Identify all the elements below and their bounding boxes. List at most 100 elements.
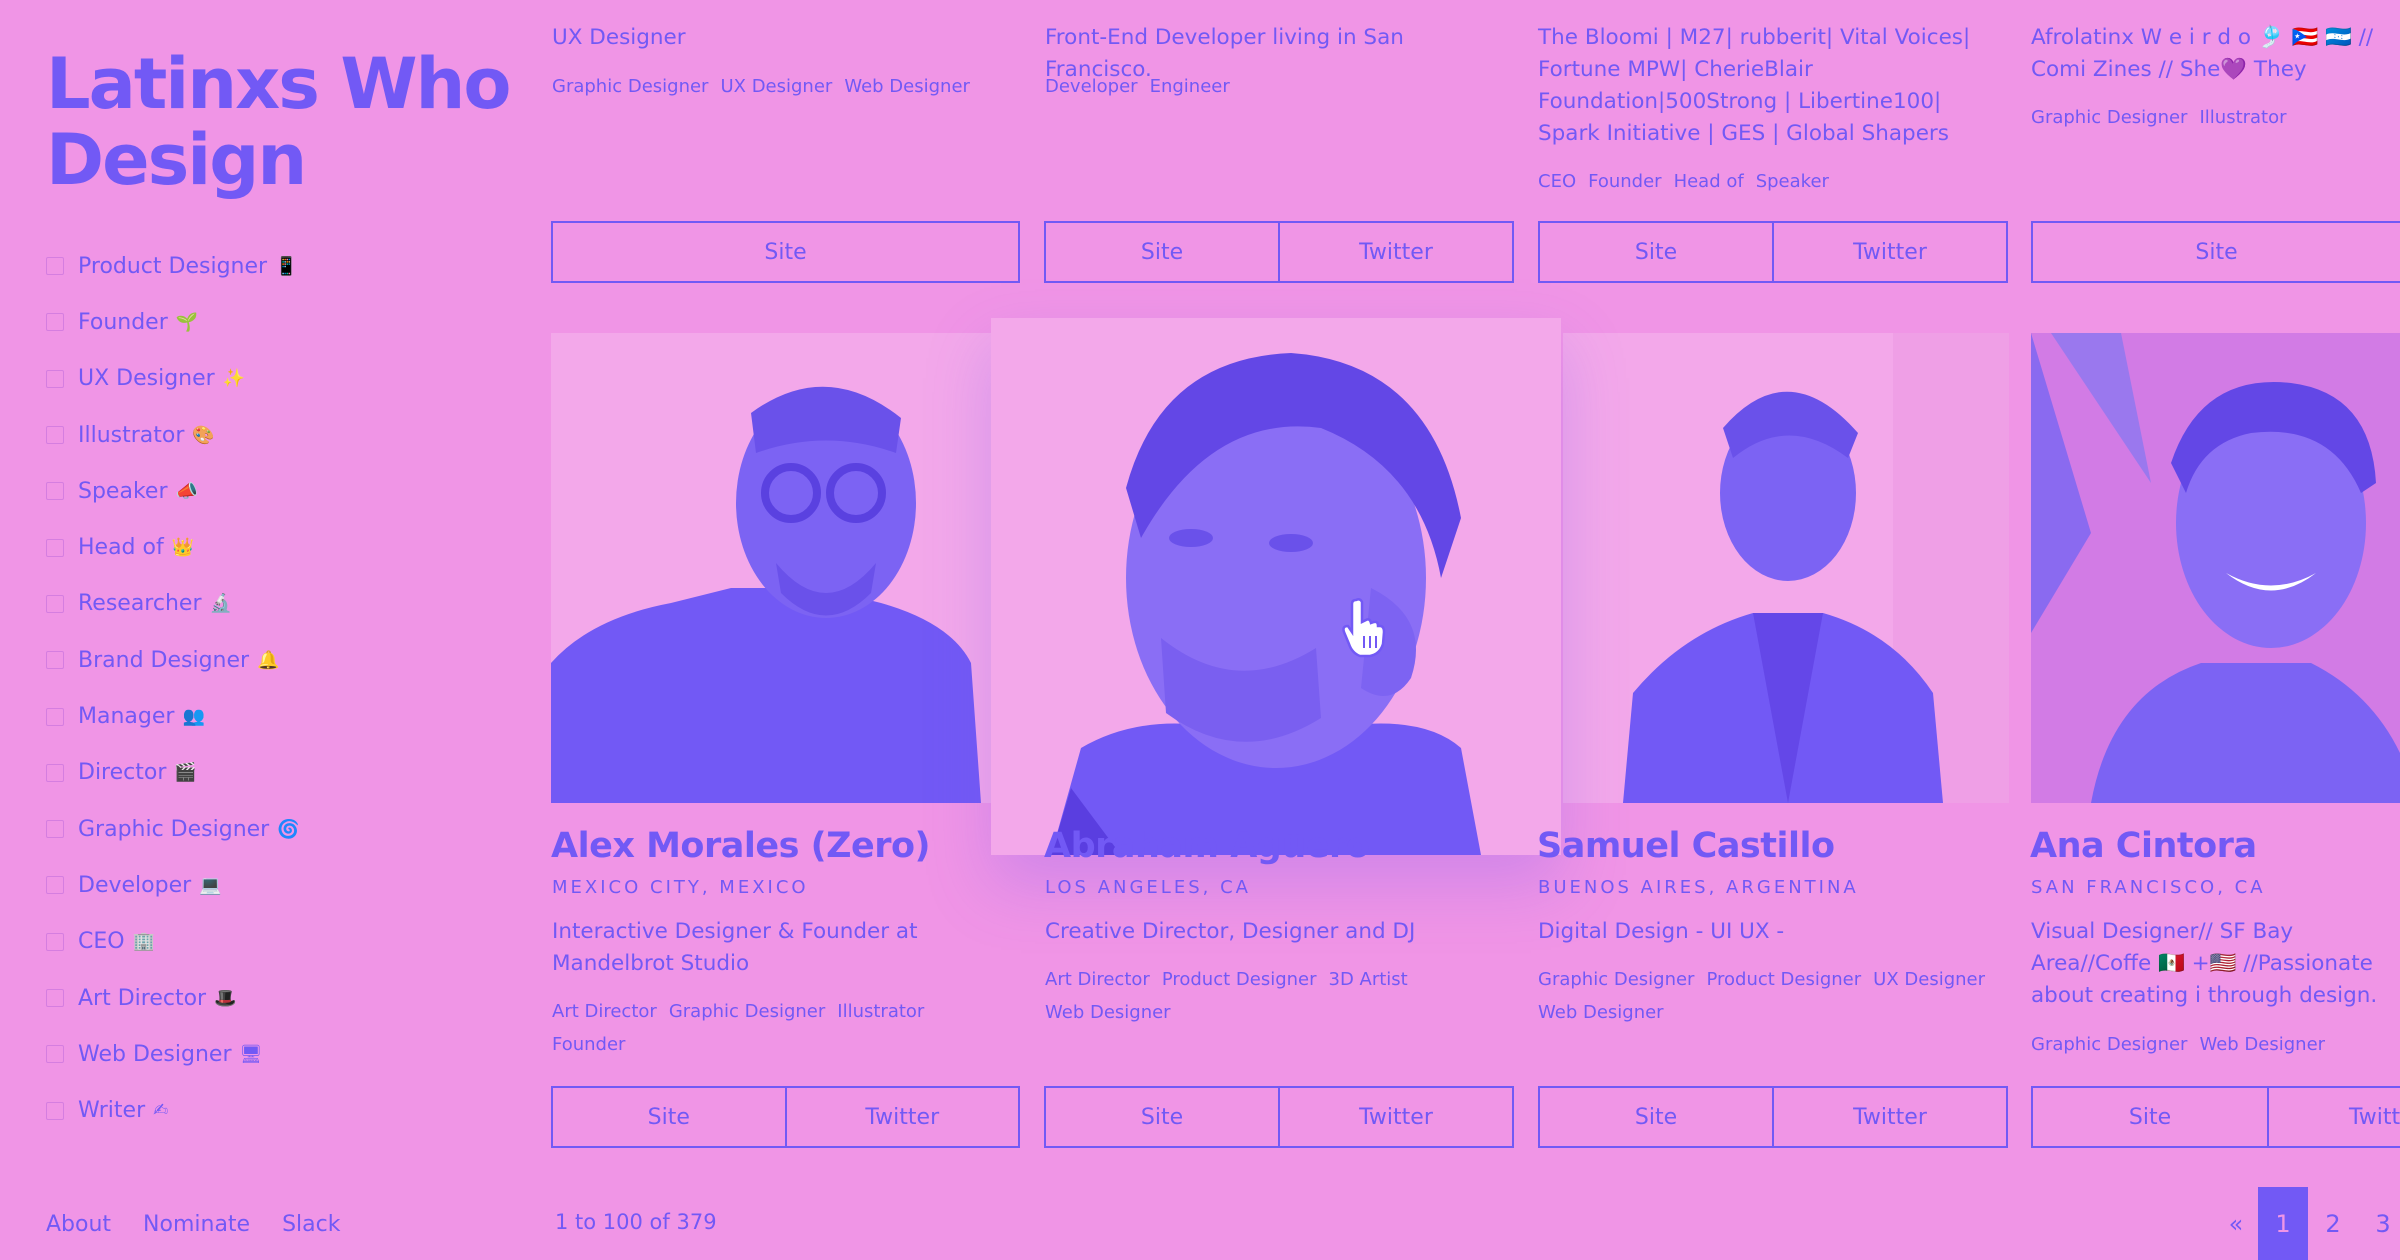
prev-page-button[interactable]: « bbox=[2218, 1210, 2254, 1238]
filter-illustrator[interactable]: Illustrator 🎨 bbox=[46, 407, 300, 463]
tag[interactable]: Graphic Designer bbox=[669, 1001, 825, 1022]
tag[interactable]: Web Designer bbox=[844, 76, 970, 97]
card-tags: CEO Founder Head of Speaker bbox=[1538, 165, 2008, 198]
card-tags: Developer Engineer bbox=[1045, 70, 1515, 103]
tag[interactable]: Web Designer bbox=[1045, 1002, 1171, 1023]
filter-ux-designer[interactable]: UX Designer ✨ bbox=[46, 351, 300, 407]
filter-developer[interactable]: Developer 💻 bbox=[46, 857, 300, 913]
site-button[interactable]: Site bbox=[1046, 223, 1278, 281]
card-description: The Bloomi | M27| rubberit| Vital Voices… bbox=[1538, 25, 1971, 146]
checkbox[interactable] bbox=[46, 763, 64, 782]
checkbox[interactable] bbox=[46, 426, 64, 445]
page-3-button[interactable]: 3 bbox=[2358, 1210, 2400, 1238]
checkbox[interactable] bbox=[46, 651, 64, 670]
filter-label: Speaker bbox=[78, 478, 168, 504]
profile-photo[interactable] bbox=[1563, 333, 2009, 803]
tag[interactable]: Graphic Designer bbox=[2031, 1034, 2187, 1055]
filter-graphic-designer[interactable]: Graphic Designer 🌀 bbox=[46, 801, 300, 857]
profile-name[interactable]: Abraham Agüero bbox=[1044, 826, 1370, 866]
site-button[interactable]: Site bbox=[553, 223, 1018, 281]
filter-product-designer[interactable]: Product Designer 📱 bbox=[46, 238, 300, 294]
site-button[interactable]: Site bbox=[2033, 1088, 2267, 1146]
tag[interactable]: Graphic Designer bbox=[552, 76, 708, 97]
checkbox[interactable] bbox=[46, 313, 64, 332]
checkbox[interactable] bbox=[46, 707, 64, 726]
twitter-button[interactable]: Twitter bbox=[2267, 1088, 2400, 1146]
tag[interactable]: Engineer bbox=[1150, 76, 1230, 97]
filter-brand-designer[interactable]: Brand Designer 🔔 bbox=[46, 632, 300, 688]
tag[interactable]: Graphic Designer bbox=[1538, 969, 1694, 990]
card-buttons: Site Twitter bbox=[1044, 221, 1514, 283]
tag[interactable]: 3D Artist bbox=[1329, 969, 1408, 990]
filter-label: Art Director bbox=[78, 985, 207, 1011]
tag[interactable]: CEO bbox=[1538, 171, 1576, 192]
site-button[interactable]: Site bbox=[2033, 223, 2400, 281]
checkbox[interactable] bbox=[46, 369, 64, 388]
filter-researcher[interactable]: Researcher 🔬 bbox=[46, 576, 300, 632]
twitter-button[interactable]: Twitter bbox=[784, 1088, 1019, 1146]
filter-writer[interactable]: Writer ✍ bbox=[46, 1082, 300, 1138]
site-button[interactable]: Site bbox=[1540, 1088, 1772, 1146]
tag[interactable]: Developer bbox=[1045, 76, 1138, 97]
profile-name[interactable]: Ana Cintora bbox=[2030, 826, 2257, 866]
tag[interactable]: Product Designer bbox=[1706, 969, 1861, 990]
tag[interactable]: Art Director bbox=[552, 1001, 657, 1022]
filter-speaker[interactable]: Speaker 📣 bbox=[46, 463, 300, 519]
tag[interactable]: Web Designer bbox=[1538, 1002, 1664, 1023]
checkbox[interactable] bbox=[46, 594, 64, 613]
twitter-button[interactable]: Twitter bbox=[1772, 223, 2006, 281]
tag[interactable]: Speaker bbox=[1756, 171, 1829, 192]
filter-web-designer[interactable]: Web Designer 🖥 bbox=[46, 1026, 300, 1082]
checkbox[interactable] bbox=[46, 1101, 64, 1120]
twitter-button[interactable]: Twitter bbox=[1278, 1088, 1512, 1146]
profile-name[interactable]: Alex Morales (Zero) bbox=[551, 826, 931, 866]
filter-label: Graphic Designer bbox=[78, 816, 270, 842]
site-logo[interactable]: Latinxs Who Design bbox=[46, 46, 516, 198]
tag[interactable]: Product Designer bbox=[1162, 969, 1317, 990]
filter-manager[interactable]: Manager 👥 bbox=[46, 688, 300, 744]
site-button[interactable]: Site bbox=[1540, 223, 1772, 281]
page-1-button[interactable]: 1 bbox=[2258, 1187, 2308, 1260]
tag[interactable]: Graphic Designer bbox=[2031, 107, 2187, 128]
checkbox[interactable] bbox=[46, 989, 64, 1007]
profile-name[interactable]: Samuel Castillo bbox=[1537, 826, 1835, 866]
filter-founder[interactable]: Founder 🌱 bbox=[46, 294, 300, 350]
checkbox[interactable] bbox=[46, 538, 64, 557]
filter-director[interactable]: Director 🎬 bbox=[46, 745, 300, 801]
filter-ceo[interactable]: CEO 🏢 bbox=[46, 914, 300, 970]
filter-head-of[interactable]: Head of 👑 bbox=[46, 519, 300, 575]
site-button[interactable]: Site bbox=[1046, 1088, 1278, 1146]
tag[interactable]: Art Director bbox=[1045, 969, 1150, 990]
tag[interactable]: Web Designer bbox=[2199, 1034, 2325, 1055]
nominate-link[interactable]: Nominate bbox=[143, 1212, 250, 1237]
slack-link[interactable]: Slack bbox=[282, 1212, 340, 1237]
checkbox[interactable] bbox=[46, 482, 64, 501]
filter-art-director[interactable]: Art Director 🎩 bbox=[46, 970, 300, 1026]
tag[interactable]: Founder bbox=[1588, 171, 1661, 192]
page-2-button[interactable]: 2 bbox=[2308, 1210, 2358, 1238]
checkbox[interactable] bbox=[46, 932, 64, 951]
profile-bio: Visual Designer// SF Bay Area//Coffe 🇲🇽 … bbox=[2031, 919, 2378, 1008]
tag[interactable]: Head of bbox=[1674, 171, 1744, 192]
tag[interactable]: Illustrator bbox=[837, 1001, 924, 1022]
checkbox[interactable] bbox=[46, 1045, 64, 1064]
checkbox[interactable] bbox=[46, 820, 64, 839]
twitter-button[interactable]: Twitter bbox=[1278, 223, 1512, 281]
profile-photo-hovered[interactable] bbox=[991, 318, 1561, 855]
checkbox[interactable] bbox=[46, 876, 64, 895]
twitter-button[interactable]: Twitter bbox=[1772, 1088, 2006, 1146]
tag[interactable]: UX Designer bbox=[1873, 969, 1985, 990]
card-buttons: Site Twitter bbox=[1538, 221, 2008, 283]
profile-photo[interactable] bbox=[551, 333, 991, 803]
tag[interactable]: Founder bbox=[552, 1034, 625, 1055]
profile-tags: Graphic Designer Product Designer UX Desig… bbox=[1538, 963, 2008, 1029]
tag[interactable]: UX Designer bbox=[720, 76, 832, 97]
monitor-icon: 🖥 bbox=[239, 1043, 263, 1065]
checkbox[interactable] bbox=[46, 257, 64, 276]
profile-photo[interactable] bbox=[2031, 333, 2400, 803]
site-button[interactable]: Site bbox=[553, 1088, 785, 1146]
filter-label: Head of bbox=[78, 535, 164, 561]
tag[interactable]: Illustrator bbox=[2199, 107, 2286, 128]
profile-tags: Art Director Product Designer 3D Artist Web… bbox=[1045, 963, 1495, 1029]
about-link[interactable]: About bbox=[46, 1212, 111, 1237]
